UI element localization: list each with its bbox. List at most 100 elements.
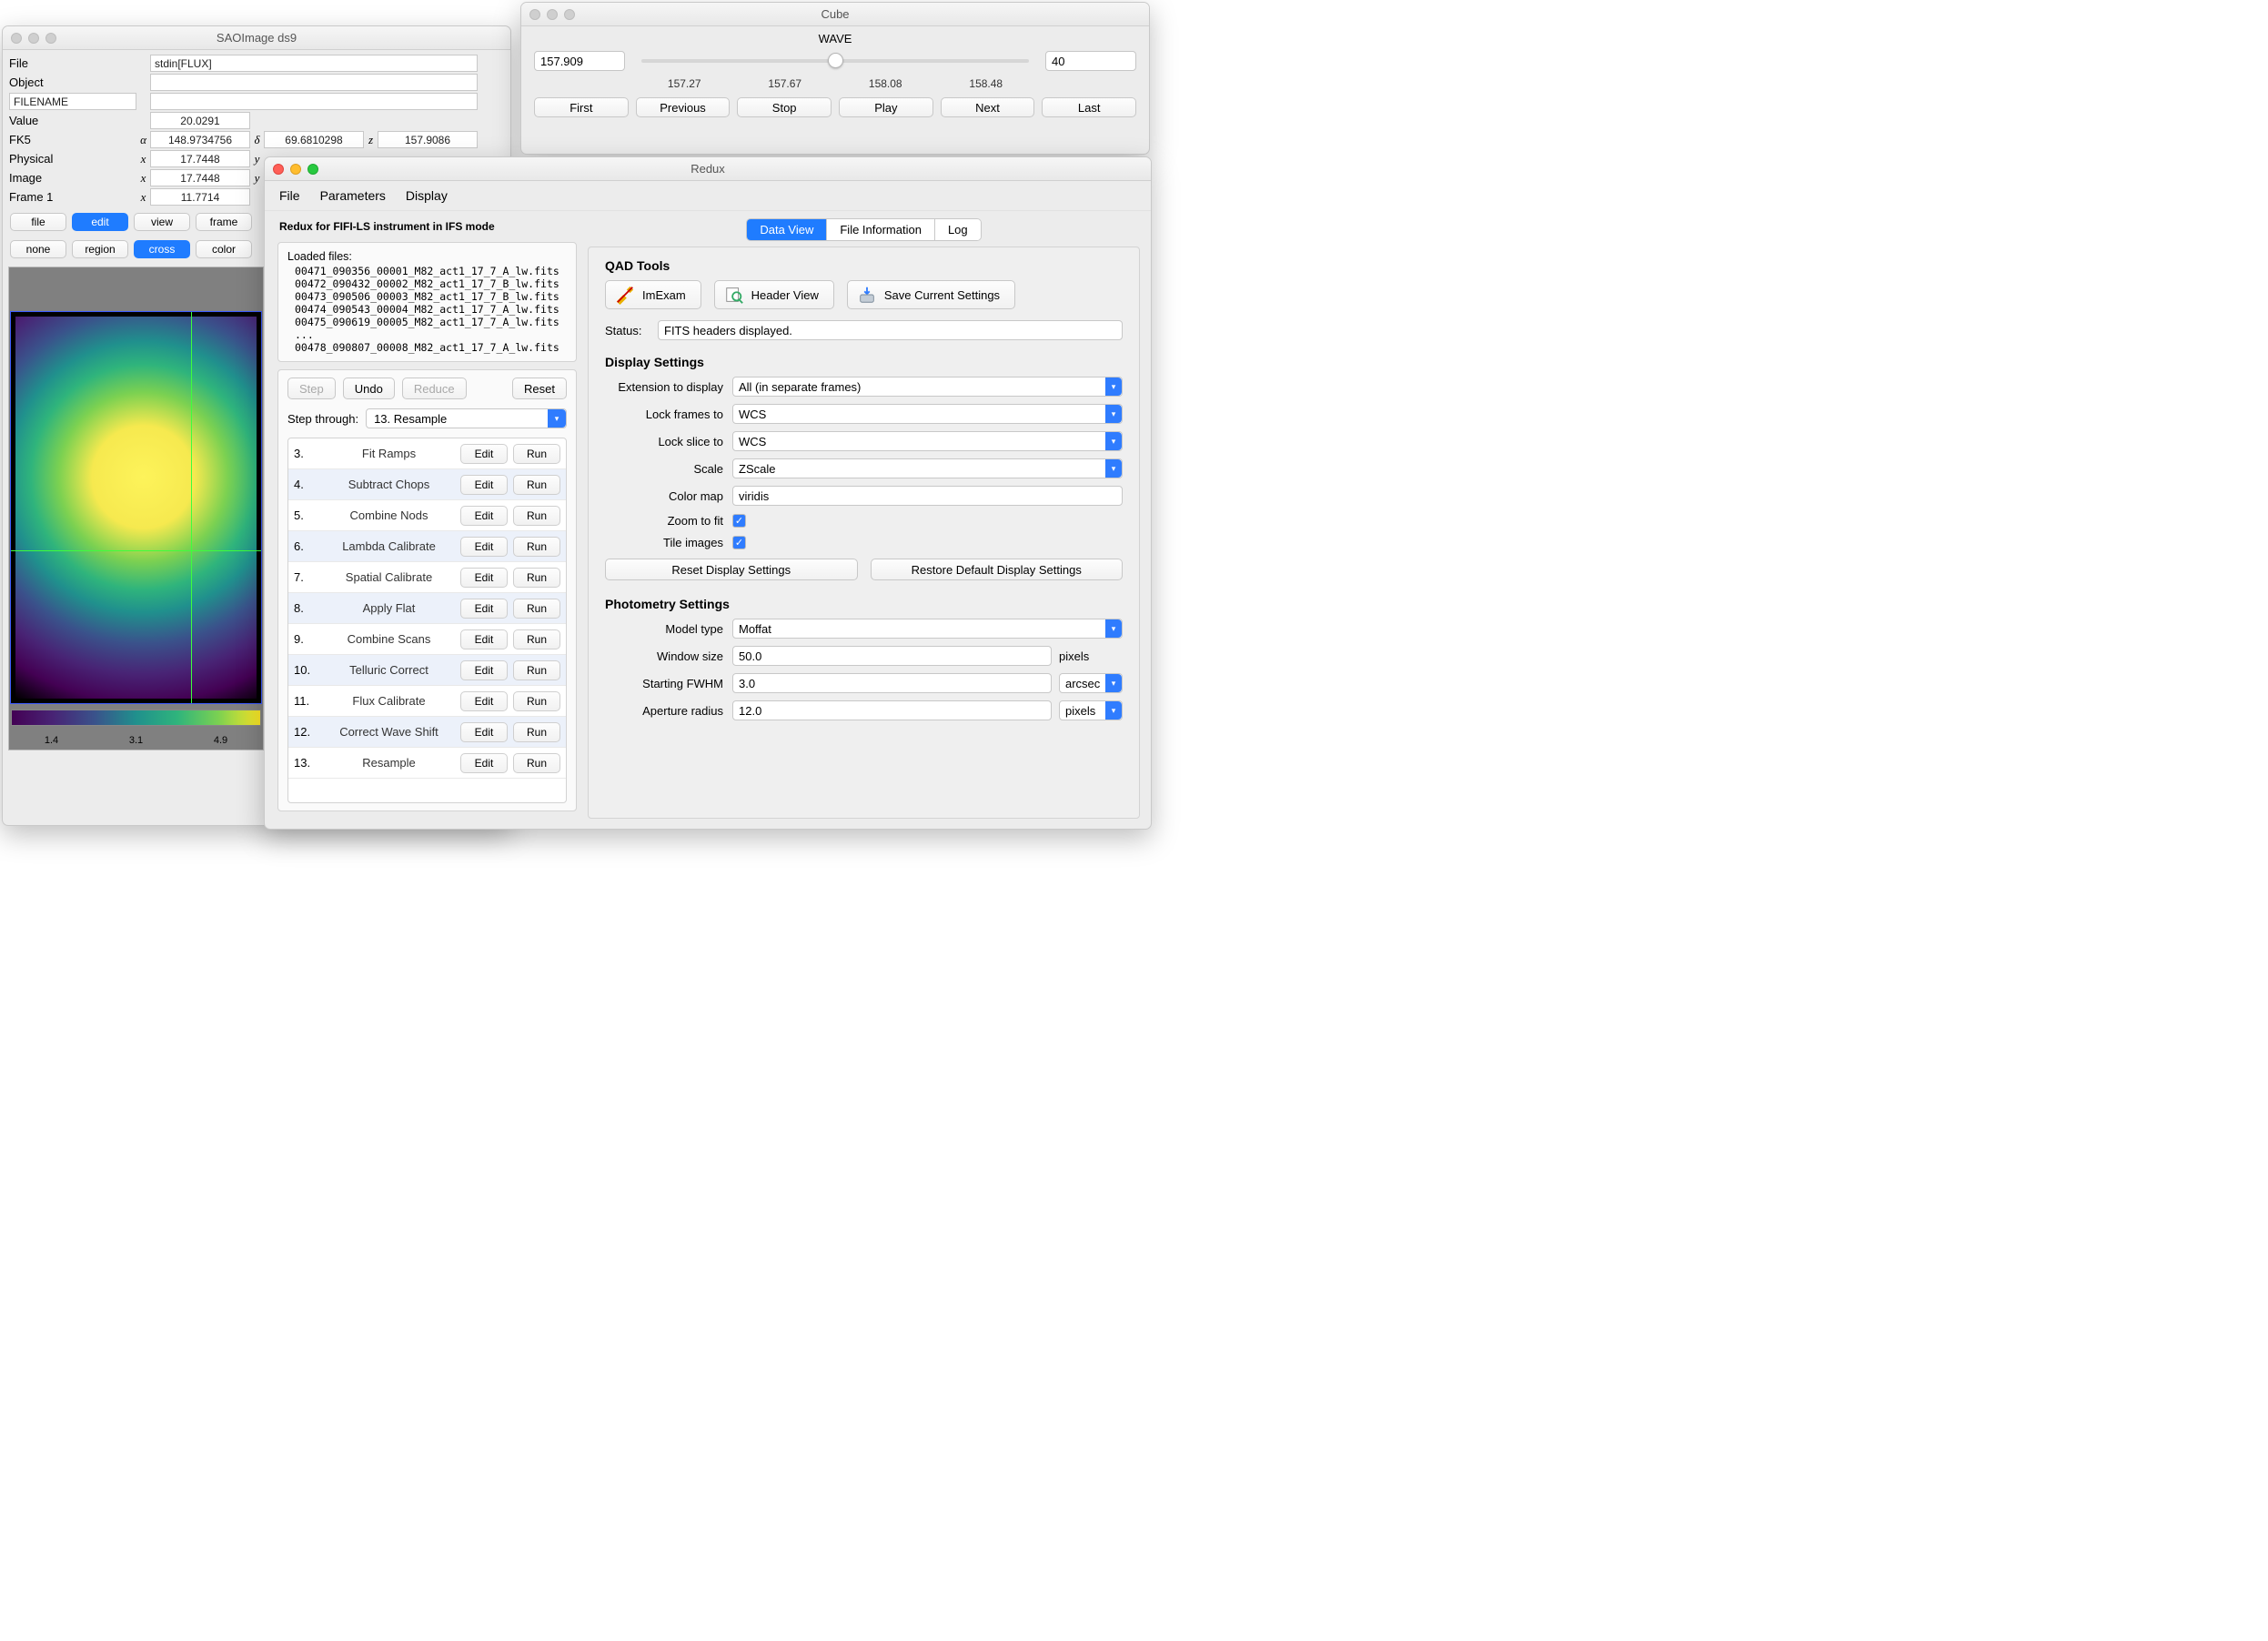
cube-title: Cube [821,7,849,21]
loaded-file: ... [287,328,567,341]
Previous-button[interactable]: Previous [636,97,731,117]
step-run-button[interactable]: Run [513,568,560,588]
ds9-canvas[interactable]: 1.43.14.9 [8,267,264,750]
step-run-button[interactable]: Run [513,599,560,619]
step-button[interactable]: Step [287,378,336,399]
status-value: FITS headers displayed. [658,320,1123,340]
step-run-button[interactable]: Run [513,629,560,649]
step-edit-button[interactable]: Edit [460,444,508,464]
step-run-button[interactable]: Run [513,722,560,742]
restore-display-button[interactable]: Restore Default Display Settings [871,559,1124,580]
menu-display[interactable]: Display [406,188,448,203]
redux-titlebar[interactable]: Redux [265,157,1151,181]
Last-button[interactable]: Last [1042,97,1136,117]
tab-log[interactable]: Log [934,219,981,240]
lock-frames-select[interactable]: WCS▾ [732,404,1123,424]
cube-axis-label: WAVE [534,32,1136,45]
aperture-unit-select[interactable]: pixels▾ [1059,700,1123,720]
step-edit-button[interactable]: Edit [460,537,508,557]
menu-file[interactable]: File [279,188,300,203]
redux-left-pane: Redux for FIFI-LS instrument in IFS mode… [265,211,584,826]
ds9-image[interactable] [10,311,262,704]
color-button[interactable]: color [196,240,252,258]
step-edit-button[interactable]: Edit [460,691,508,711]
edit-button[interactable]: edit [72,213,128,231]
view-button[interactable]: view [134,213,190,231]
step-run-button[interactable]: Run [513,537,560,557]
tab-data-view[interactable]: Data View [747,219,826,240]
loaded-file: 00473_090506_00003_M82_act1_17_7_B_lw.fi… [287,290,567,303]
ds9-titlebar[interactable]: SAOImage ds9 [3,26,510,50]
cross-button[interactable]: cross [134,240,190,258]
reset-display-button[interactable]: Reset Display Settings [605,559,858,580]
chevron-down-icon: ▾ [1105,405,1122,423]
scale-select[interactable]: ZScale▾ [732,458,1123,478]
steps-list: 3. Fit Ramps Edit Run4. Subtract Chops E… [287,438,567,803]
loaded-file: 00472_090432_00002_M82_act1_17_7_B_lw.fi… [287,277,567,290]
step-run-button[interactable]: Run [513,444,560,464]
Next-button[interactable]: Next [941,97,1035,117]
loaded-file: 00478_090807_00008_M82_act1_17_7_A_lw.fi… [287,341,567,354]
step-run-button[interactable]: Run [513,475,560,495]
Play-button[interactable]: Play [839,97,933,117]
chevron-down-icon: ▾ [1105,432,1122,450]
zoom-to-fit-checkbox[interactable]: ✓ [732,514,746,528]
fwhm-input[interactable]: 3.0 [732,673,1052,693]
none-button[interactable]: none [10,240,66,258]
step-run-button[interactable]: Run [513,660,560,680]
redux-window: Redux File Parameters Display Redux for FI… [264,156,1152,830]
model-type-select[interactable]: Moffat▾ [732,619,1123,639]
extension-select[interactable]: All (in separate frames)▾ [732,377,1123,397]
stepthrough-select[interactable]: 13. Resample ▾ [366,408,567,428]
reset-button[interactable]: Reset [512,378,567,399]
menu-parameters[interactable]: Parameters [320,188,386,203]
cube-slider-thumb[interactable] [828,53,843,68]
step-row: 10. Telluric Correct Edit Run [288,655,566,686]
loaded-files-panel: Loaded files: 00471_090356_00001_M82_act… [277,242,577,362]
cube-slider[interactable] [641,59,1029,63]
region-button[interactable]: region [72,240,128,258]
tab-file-information[interactable]: File Information [826,219,934,240]
step-edit-button[interactable]: Edit [460,599,508,619]
step-edit-button[interactable]: Edit [460,660,508,680]
object-label: Object [9,74,136,91]
fk5-label: FK5 [9,131,136,148]
Stop-button[interactable]: Stop [737,97,832,117]
img-x: 17.7448 [150,169,250,186]
chevron-down-icon: ▾ [1105,378,1122,396]
First-button[interactable]: First [534,97,629,117]
save-settings-button[interactable]: Save Current Settings [847,280,1015,309]
aperture-input[interactable]: 12.0 [732,700,1052,720]
imexam-button[interactable]: ImExam [605,280,701,309]
file-button[interactable]: file [10,213,66,231]
cube-value-left[interactable]: 157.909 [534,51,625,71]
step-edit-button[interactable]: Edit [460,568,508,588]
header-view-button[interactable]: Header View [714,280,834,309]
reduce-button[interactable]: Reduce [402,378,467,399]
step-edit-button[interactable]: Edit [460,506,508,526]
step-row: 5. Combine Nods Edit Run [288,500,566,531]
filename-box[interactable]: FILENAME [9,93,136,110]
frame-button[interactable]: frame [196,213,252,231]
undo-button[interactable]: Undo [343,378,395,399]
fwhm-unit-select[interactable]: arcsec▾ [1059,673,1123,693]
loaded-file: 00475_090619_00005_M82_act1_17_7_A_lw.fi… [287,316,567,328]
colormap-input[interactable]: viridis [732,486,1123,506]
step-edit-button[interactable]: Edit [460,629,508,649]
step-run-button[interactable]: Run [513,753,560,773]
window-size-input[interactable]: 50.0 [732,646,1052,666]
lock-slice-select[interactable]: WCS▾ [732,431,1123,451]
step-run-button[interactable]: Run [513,506,560,526]
phys-x: 17.7448 [150,150,250,167]
redux-menubar: File Parameters Display [265,181,1151,211]
cube-titlebar[interactable]: Cube [521,3,1149,26]
frame-x: 11.7714 [150,188,250,206]
tile-images-checkbox[interactable]: ✓ [732,536,746,549]
step-edit-button[interactable]: Edit [460,753,508,773]
step-edit-button[interactable]: Edit [460,722,508,742]
cube-value-right[interactable]: 40 [1045,51,1136,71]
filename-value [150,93,478,110]
step-edit-button[interactable]: Edit [460,475,508,495]
step-run-button[interactable]: Run [513,691,560,711]
photometry-title: Photometry Settings [605,597,1123,611]
